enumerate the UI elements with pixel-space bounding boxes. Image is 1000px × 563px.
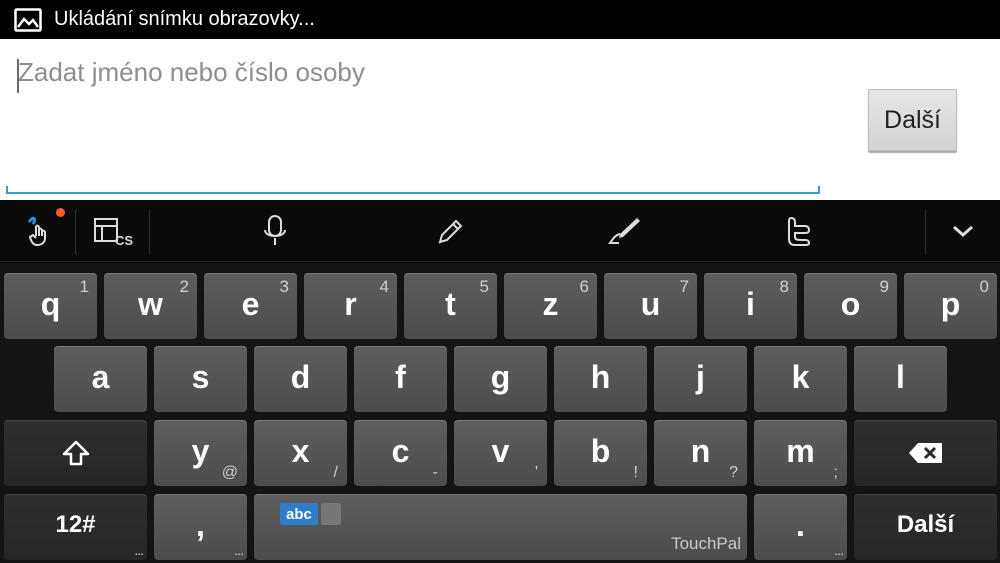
key-p[interactable]: p0 xyxy=(904,273,997,339)
touchpal-gesture-icon xyxy=(27,216,46,247)
period-key[interactable]: .... xyxy=(754,494,847,560)
pencil-icon xyxy=(438,219,463,244)
key-z[interactable]: z6 xyxy=(504,273,597,339)
toolbar-divider xyxy=(149,210,150,254)
key-g[interactable]: g xyxy=(454,346,547,412)
key-h[interactable]: h xyxy=(554,346,647,412)
key-y[interactable]: y @ xyxy=(154,420,247,486)
numbers-symbols-key[interactable]: 12#... xyxy=(4,494,147,560)
edit-button[interactable] xyxy=(414,200,488,262)
key-c[interactable]: c- xyxy=(354,420,447,486)
twitter-button[interactable] xyxy=(762,200,836,262)
image-icon xyxy=(14,7,42,32)
key-x[interactable]: x / xyxy=(254,420,347,486)
input-area: Zadat jméno nebo číslo osoby Další xyxy=(0,39,1000,200)
key-b[interactable]: b! xyxy=(554,420,647,486)
shift-arrow-icon xyxy=(62,440,89,466)
key-d[interactable]: d xyxy=(254,346,347,412)
language-indicator: abc xyxy=(280,503,318,525)
key-t[interactable]: t5 xyxy=(404,273,497,339)
handwriting-button[interactable] xyxy=(588,200,662,262)
twitter-icon xyxy=(788,216,811,246)
key-q[interactable]: q1 xyxy=(4,273,97,339)
status-notification-text: Ukládání snímku obrazovky... xyxy=(54,8,315,30)
key-m[interactable]: m; xyxy=(754,420,847,486)
key-l[interactable]: l xyxy=(854,346,947,412)
key-w[interactable]: w2 xyxy=(104,273,197,339)
backspace-key[interactable] xyxy=(854,420,997,486)
key-f[interactable]: f xyxy=(354,346,447,412)
recipient-input[interactable]: Zadat jméno nebo číslo osoby xyxy=(6,51,820,194)
shift-key[interactable] xyxy=(4,420,147,486)
layout-language-button[interactable]: CS xyxy=(76,200,149,262)
key-s[interactable]: s xyxy=(154,346,247,412)
touchpal-gesture-button[interactable] xyxy=(0,200,75,262)
status-bar: Ukládání snímku obrazovky... xyxy=(0,0,1000,39)
comma-key[interactable]: ,... xyxy=(154,494,247,560)
next-button[interactable]: Další xyxy=(868,89,957,151)
key-u[interactable]: u7 xyxy=(604,273,697,339)
handwriting-icon xyxy=(608,218,640,244)
key-v[interactable]: v ' xyxy=(454,420,547,486)
key-e[interactable]: e3 xyxy=(204,273,297,339)
key-n[interactable]: n? xyxy=(654,420,747,486)
key-k[interactable]: k xyxy=(754,346,847,412)
keyboard-toolbar: CS xyxy=(0,200,1000,262)
key-j[interactable]: j xyxy=(654,346,747,412)
language-code-label: CS xyxy=(115,233,134,248)
microphone-icon xyxy=(264,215,286,245)
recipient-placeholder: Zadat jméno nebo číslo osoby xyxy=(18,57,365,87)
chevron-down-icon xyxy=(953,225,973,238)
notification-dot xyxy=(56,208,65,217)
layout-grid-icon xyxy=(321,503,341,525)
soft-keyboard: q1 w2 e3 r4 t5 z6 u7 i8 o9 p0 a s d f g … xyxy=(0,263,1000,563)
key-i[interactable]: i8 xyxy=(704,273,797,339)
voice-input-button[interactable] xyxy=(238,200,312,262)
key-a[interactable]: a xyxy=(54,346,147,412)
keyboard-brand: TouchPal xyxy=(671,534,741,553)
key-r[interactable]: r4 xyxy=(304,273,397,339)
backspace-icon xyxy=(908,443,942,463)
enter-next-key[interactable]: Další xyxy=(854,494,997,560)
key-o[interactable]: o9 xyxy=(804,273,897,339)
hide-keyboard-button[interactable] xyxy=(926,200,1000,262)
space-key[interactable]: abc TouchPal xyxy=(254,494,747,560)
